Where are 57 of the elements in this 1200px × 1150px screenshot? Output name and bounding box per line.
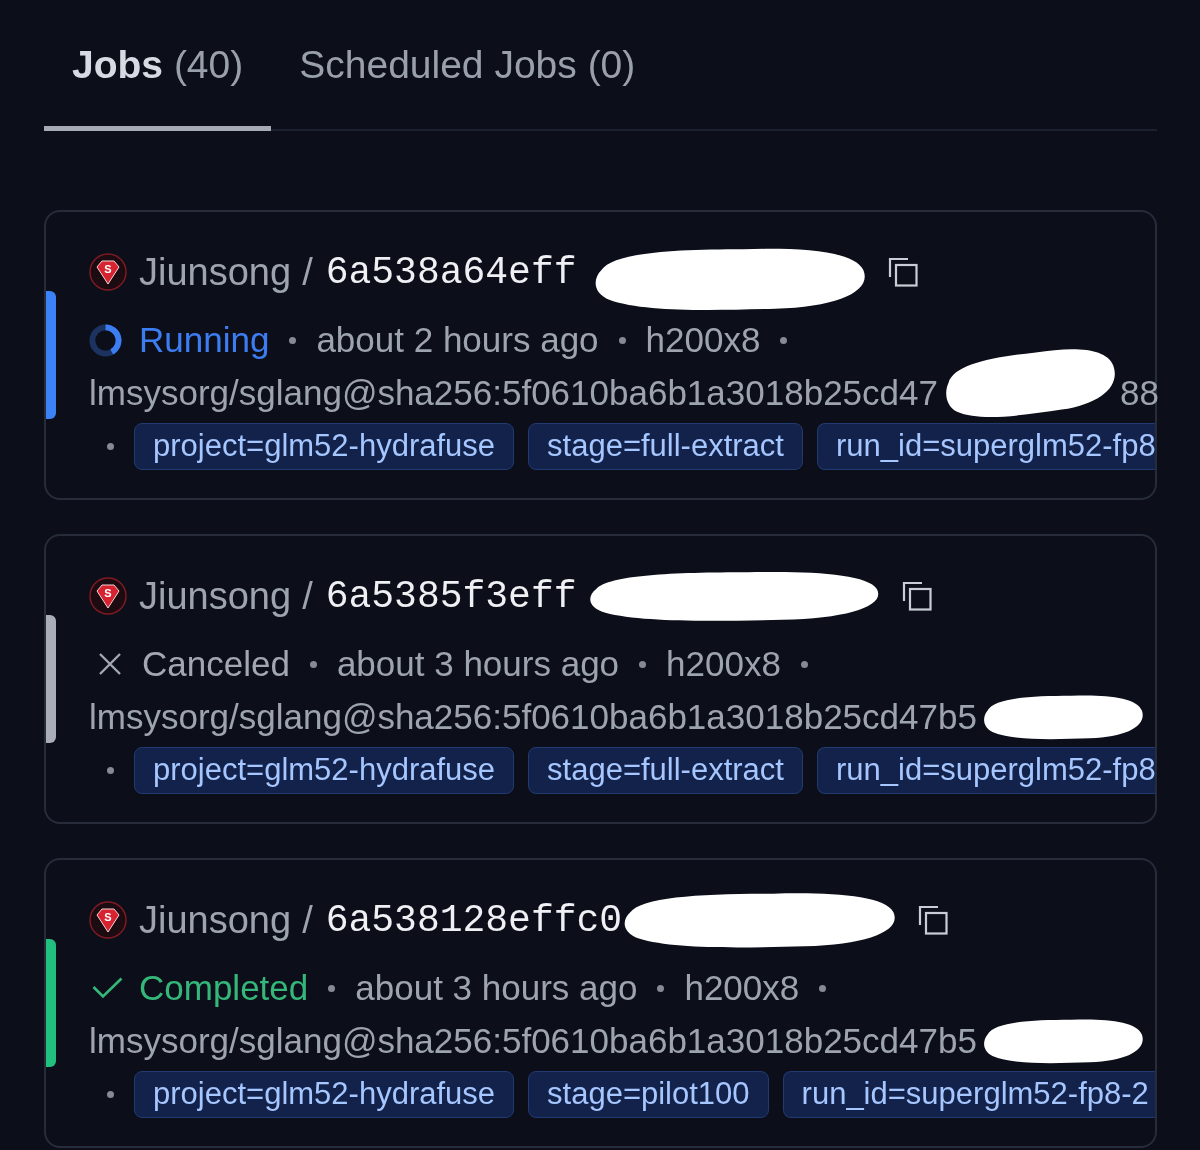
label-tag[interactable]: project=glm52-hydrafuse [134,1071,515,1118]
path-separator: / [302,250,313,294]
time-ago: about 3 hours ago [336,644,620,684]
image-reference-tail: 88 [1119,373,1159,413]
shield-avatar-icon: S [89,253,127,291]
status-label: Completed [139,968,309,1008]
shield-avatar-icon: S [89,901,127,939]
owner-name[interactable]: Jiunsong [139,898,292,942]
copy-icon[interactable] [918,905,949,935]
job-id[interactable]: 6a538a64eff [325,250,577,294]
bullet-dot-icon [780,336,788,344]
label-tag[interactable]: run_id=superglm52-fp8 [816,423,1155,470]
label-tag[interactable]: stage=pilot100 [528,1071,769,1118]
x-mark-icon [99,653,121,675]
bullet-dot-icon [309,660,317,668]
checkmark-icon [92,977,123,999]
bullet-dot-icon [800,660,808,668]
bullet-dot-icon [289,336,297,344]
tab[interactable]: Scheduled Jobs (0) [271,0,664,131]
bullet-dot-icon [107,1091,114,1098]
label-tag[interactable]: stage=full-extract [528,747,803,794]
path-separator: / [302,574,313,618]
image-reference: lmsysorg/sglang@sha256:5f0610ba6b1a3018b25cd47b5 [89,697,977,737]
label-tag[interactable]: project=glm52-hydrafuse [134,423,515,470]
label-tag[interactable]: run_id=superglm52-fp8-2 [782,1071,1155,1118]
status-label: Running [139,320,270,360]
owner-name[interactable]: Jiunsong [139,250,292,294]
time-ago: about 3 hours ago [355,968,638,1008]
spinner-icon [89,323,122,357]
image-reference: lmsysorg/sglang@sha256:5f0610ba6b1a3018b25cd47b5 [89,1021,977,1061]
machine-type: h200x8 [666,644,781,684]
path-separator: / [302,898,313,942]
job-card[interactable]: S Jiunsong / 6a538128effc0 Completed about 3 hours ago h200x8 lmsysorg/sglang@sha256:5f0610ba6b1a3018b25cd47b5 project=glm52-hydrafuse stage=pilot100 run_id=superglm52-fp8-2 [44,858,1157,1148]
time-ago: about 2 hours ago [316,320,599,360]
label-tag[interactable]: run_id=superglm52-fp8 [816,747,1155,794]
bullet-dot-icon [107,767,114,774]
job-card[interactable]: S Jiunsong / 6a5385f3eff Canceled about 3 hours ago h200x8 lmsysorg/sglang@sha256:5f0610ba6b1a3018b25cd47b5 project=glm52-hydrafuse stage=full-extract run_id=superglm52-fp8 [44,534,1157,824]
machine-type: h200x8 [684,968,800,1008]
bullet-dot-icon [107,443,114,450]
bullet-dot-icon [639,660,647,668]
copy-icon[interactable] [887,257,918,287]
label-tag[interactable]: project=glm52-hydrafuse [134,747,515,794]
job-card[interactable]: S Jiunsong / 6a538a64eff Running about 2 hours ago h200x8 lmsysorg/sglang@sha256:5f0610ba6b1a3018b25cd47 88 project=glm52-hydrafuse stage=full-extract run_id=superglm52-fp8 [44,210,1157,500]
machine-type: h200x8 [645,320,761,360]
tab[interactable]: Jobs (40) [44,0,272,131]
shield-avatar-icon: S [89,577,127,615]
bullet-dot-icon [657,984,665,992]
bullet-dot-icon [819,984,827,992]
bullet-dot-icon [328,984,336,992]
status-label: Canceled [142,644,290,684]
label-tag[interactable]: stage=full-extract [528,423,803,470]
owner-name[interactable]: Jiunsong [139,574,292,618]
bullet-dot-icon [618,336,626,344]
job-id[interactable]: 6a538128effc0 [325,898,623,942]
image-reference: lmsysorg/sglang@sha256:5f0610ba6b1a3018b25cd47 [89,373,938,413]
copy-icon[interactable] [901,581,932,611]
job-id[interactable]: 6a5385f3eff [325,574,577,618]
